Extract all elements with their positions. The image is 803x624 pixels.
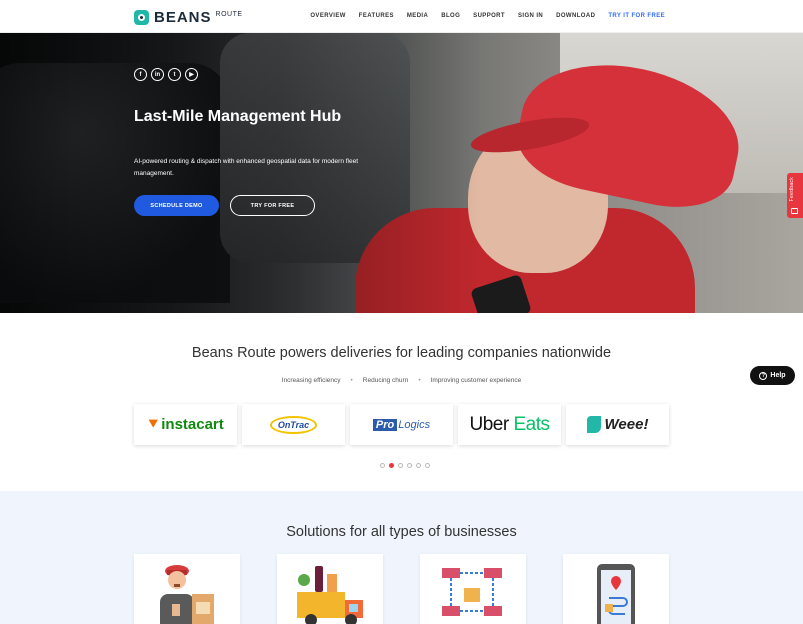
weee-mark-icon bbox=[586, 416, 601, 434]
carousel-dot[interactable] bbox=[380, 463, 385, 468]
partners-heading: Beans Route powers deliveries for leadin… bbox=[191, 345, 612, 361]
feedback-icon bbox=[791, 208, 798, 214]
carousel-dot-active[interactable] bbox=[389, 463, 394, 468]
youtube-icon[interactable]: ▶ bbox=[185, 68, 198, 81]
help-label: Help bbox=[770, 372, 786, 379]
hero-title: Last-Mile Management Hub bbox=[134, 108, 342, 125]
carousel-dot[interactable] bbox=[416, 463, 421, 468]
ontrac-logo: OnTrac bbox=[269, 415, 318, 434]
warehouse-network-icon bbox=[442, 568, 502, 616]
nav-media[interactable]: MEDIA bbox=[407, 13, 428, 19]
nav-download[interactable]: DOWNLOAD bbox=[556, 13, 595, 19]
feedback-tab[interactable]: Feedback bbox=[787, 173, 803, 218]
partner-card-prologics[interactable]: Pro Logics bbox=[350, 404, 453, 445]
brand-logo[interactable]: BEANS ROUTE bbox=[134, 9, 243, 26]
bullet-separator: • bbox=[350, 377, 353, 384]
carousel-dot[interactable] bbox=[425, 463, 430, 468]
instacart-wordmark: instacart bbox=[161, 416, 224, 433]
partner-logos-carousel: ⯆ instacart OnTrac Pro Logics Uber Eats We… bbox=[134, 404, 669, 445]
mobile-map-icon bbox=[597, 564, 635, 624]
weee-wordmark: Weee! bbox=[604, 415, 649, 433]
schedule-demo-button[interactable]: SCHEDULE DEMO bbox=[134, 195, 219, 216]
prologics-pro: Pro bbox=[372, 418, 398, 431]
solution-card-mobile[interactable] bbox=[563, 554, 669, 624]
help-icon: ? bbox=[759, 371, 768, 380]
weee-logo: Weee! bbox=[586, 415, 649, 434]
brand-subname: ROUTE bbox=[215, 11, 243, 18]
nav-blog[interactable]: BLOG bbox=[441, 13, 460, 19]
instacart-logo: ⯆ instacart bbox=[147, 416, 224, 433]
hero-section: f in t ▶ Last-Mile Management Hub AI-pow… bbox=[0, 33, 803, 313]
prologics-logo: Pro Logics bbox=[372, 418, 431, 431]
grocery-truck-icon bbox=[297, 566, 363, 624]
uber-wordmark: Uber bbox=[469, 413, 510, 435]
beans-logo-icon bbox=[134, 10, 149, 25]
carousel-pagination bbox=[380, 463, 430, 468]
partner-card-instacart[interactable]: ⯆ instacart bbox=[134, 404, 237, 445]
solutions-section: Solutions for all types of businesses bbox=[0, 491, 803, 624]
help-button[interactable]: ? Help bbox=[750, 366, 795, 385]
top-navbar: BEANS ROUTE OVERVIEW FEATURES MEDIA BLOG… bbox=[0, 0, 803, 33]
nav-try-free[interactable]: TRY IT FOR FREE bbox=[608, 13, 665, 19]
prologics-rest: Logics bbox=[398, 418, 431, 431]
nav-support[interactable]: SUPPORT bbox=[473, 13, 505, 19]
try-for-free-button[interactable]: TRY FOR FREE bbox=[230, 195, 315, 216]
solutions-heading: Solutions for all types of businesses bbox=[286, 524, 517, 540]
delivery-person-icon bbox=[160, 565, 214, 624]
feedback-label: Feedback bbox=[789, 177, 795, 202]
ubereats-logo: Uber Eats bbox=[469, 413, 551, 436]
carousel-dot[interactable] bbox=[407, 463, 412, 468]
hero-subtitle: AI-powered routing & dispatch with enhan… bbox=[134, 158, 359, 177]
benefits-list: Increasing efficiency • Reducing churn •… bbox=[0, 377, 803, 384]
facebook-icon[interactable]: f bbox=[134, 68, 147, 81]
carousel-dot[interactable] bbox=[398, 463, 403, 468]
partner-card-ubereats[interactable]: Uber Eats bbox=[458, 404, 561, 445]
solution-card-network[interactable] bbox=[420, 554, 526, 624]
partner-card-weee[interactable]: Weee! bbox=[566, 404, 669, 445]
eats-wordmark: Eats bbox=[513, 413, 550, 435]
bullet-separator: • bbox=[418, 377, 421, 384]
main-menu: OVERVIEW FEATURES MEDIA BLOG SUPPORT SIG… bbox=[310, 13, 665, 19]
solution-card-restaurant[interactable] bbox=[134, 554, 240, 624]
social-links: f in t ▶ bbox=[134, 68, 198, 81]
solution-card-grocery[interactable] bbox=[277, 554, 383, 624]
benefit-item: Improving customer experience bbox=[430, 377, 522, 384]
nav-overview[interactable]: OVERVIEW bbox=[310, 13, 345, 19]
brand-name: BEANS bbox=[154, 9, 212, 26]
partner-card-ontrac[interactable]: OnTrac bbox=[242, 404, 345, 445]
linkedin-icon[interactable]: in bbox=[151, 68, 164, 81]
benefit-item: Reducing churn bbox=[362, 377, 409, 384]
carrot-icon: ⯆ bbox=[147, 416, 160, 433]
nav-features[interactable]: FEATURES bbox=[359, 13, 394, 19]
benefit-item: Increasing efficiency bbox=[281, 377, 341, 384]
hero-overlay bbox=[0, 33, 803, 313]
twitter-icon[interactable]: t bbox=[168, 68, 181, 81]
nav-sign-in[interactable]: SIGN IN bbox=[518, 13, 543, 19]
